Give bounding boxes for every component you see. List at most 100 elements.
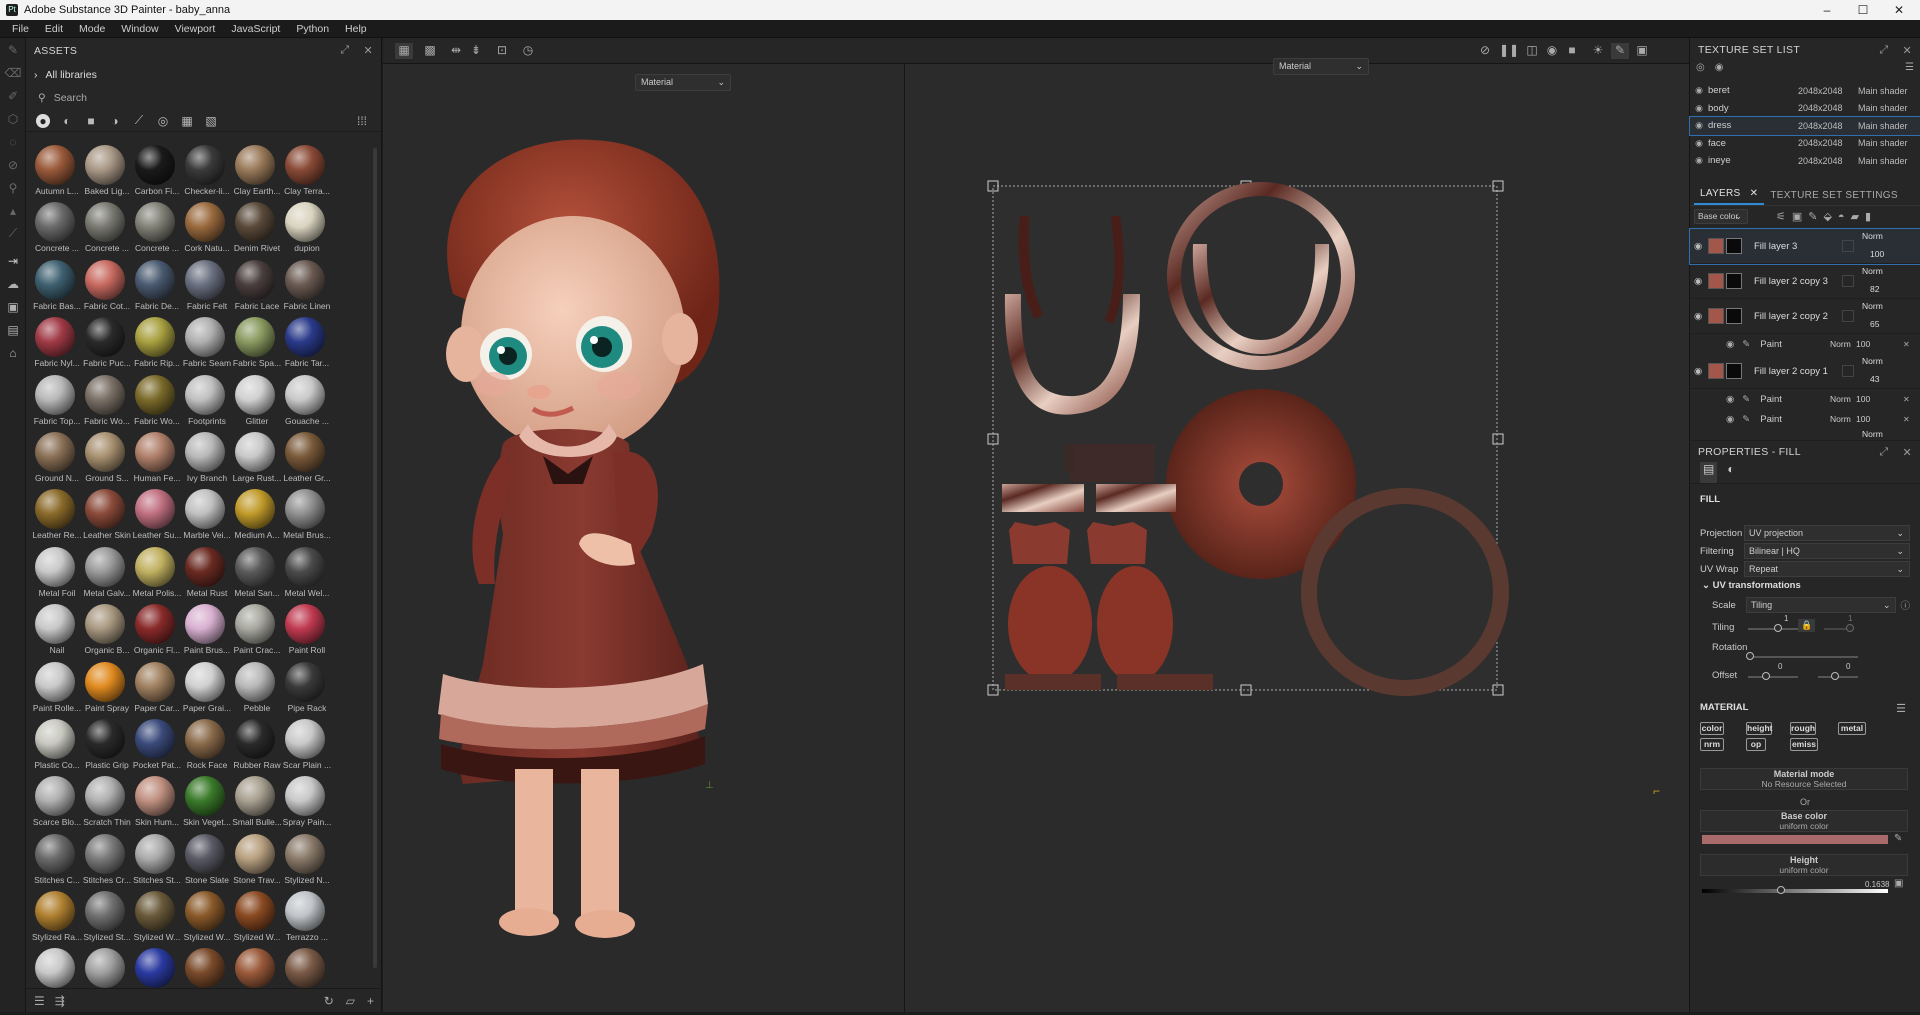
sublayer-opacity[interactable]: 100 bbox=[1856, 394, 1870, 404]
material-thumbnail[interactable]: Concrete ... bbox=[82, 199, 132, 256]
material-thumbnail[interactable]: Rock Face bbox=[182, 716, 232, 773]
offset-knob-v[interactable] bbox=[1831, 672, 1839, 680]
material-thumbnail[interactable]: Paint Crac... bbox=[232, 601, 282, 658]
material-thumbnail[interactable]: Paint Brus... bbox=[182, 601, 232, 658]
visibility-icon[interactable]: ◉ bbox=[1726, 414, 1734, 425]
material-thumbnail[interactable]: Small Bulle... bbox=[232, 773, 282, 830]
material-thumbnail[interactable]: Fabric De... bbox=[132, 257, 182, 314]
menu-item-python[interactable]: Python bbox=[288, 23, 337, 35]
material-thumbnail[interactable]: Fabric Lace bbox=[232, 257, 282, 314]
material-thumbnail[interactable]: Spray Pain... bbox=[282, 773, 332, 830]
lock-icon[interactable]: 🔒 bbox=[1798, 619, 1816, 632]
texture-set-shader[interactable]: Main shader bbox=[1858, 103, 1908, 113]
material-thumbnail[interactable]: Leather Skin bbox=[82, 486, 132, 543]
search-input[interactable]: ⚲ Search bbox=[32, 88, 375, 108]
material-thumbnail[interactable]: Glitter bbox=[232, 372, 282, 429]
texture-set-row[interactable]: ◉ dress 2048x2048 Main shader bbox=[1689, 116, 1920, 136]
paint-sublayer[interactable]: ◉ ✎ Paint Norm 100 ✕ bbox=[1690, 389, 1920, 409]
visibility-icon[interactable]: ◉ bbox=[1694, 311, 1708, 322]
history-icon[interactable]: ◷ bbox=[519, 43, 537, 59]
assets-scrollbar[interactable] bbox=[373, 148, 377, 968]
texture-set-row[interactable]: ◉ beret 2048x2048 Main shader bbox=[1690, 82, 1920, 100]
environments-icon[interactable]: ▧ bbox=[204, 114, 218, 128]
eyedropper-icon[interactable]: ✎ bbox=[1894, 833, 1902, 844]
material-thumbnail[interactable]: Rubber Raw bbox=[232, 716, 282, 773]
render-icon[interactable]: ◉ bbox=[1543, 43, 1561, 59]
material-thumbnail[interactable]: Gouache ... bbox=[282, 372, 332, 429]
offset-slider-u[interactable] bbox=[1748, 676, 1798, 678]
image-input-icon[interactable]: ▣ bbox=[1894, 878, 1903, 889]
height-box[interactable]: Height uniform color bbox=[1700, 854, 1908, 876]
layer-checkbox[interactable] bbox=[1842, 275, 1854, 287]
material-thumbnail[interactable]: Organic Fl... bbox=[132, 601, 182, 658]
undock-icon[interactable]: ⤢ bbox=[340, 44, 349, 57]
material-thumbnail[interactable]: Stone Slate bbox=[182, 831, 232, 888]
axis-icon[interactable]: ⇟ bbox=[467, 43, 485, 59]
geometry-mask-icon[interactable]: ⬡ bbox=[0, 107, 26, 130]
layer-row[interactable]: ◉ Fill layer 2 copy 1 Norm 43 bbox=[1690, 354, 1920, 389]
material-thumbnail[interactable]: Large Rust... bbox=[232, 429, 282, 486]
rotation-slider[interactable] bbox=[1748, 656, 1858, 658]
layer-checkbox[interactable] bbox=[1842, 365, 1854, 377]
sublayer-opacity[interactable]: 100 bbox=[1856, 414, 1870, 424]
new-folder-icon[interactable]: ▱ bbox=[346, 994, 355, 1008]
material-thumbnail[interactable]: Leather Re... bbox=[32, 486, 82, 543]
texture-set-shader[interactable]: Main shader bbox=[1858, 156, 1908, 166]
tiling-knob-u[interactable] bbox=[1774, 624, 1782, 632]
texture-set-row[interactable]: ◉ ineye 2048x2048 Main shader bbox=[1690, 152, 1920, 170]
paint-sublayer[interactable]: ◉ ✎ Paint Norm 100 ✕ bbox=[1690, 409, 1920, 429]
clone-icon[interactable]: ⊘ bbox=[0, 153, 26, 176]
pause-icon[interactable]: ❚❚ bbox=[1499, 43, 1519, 59]
channel-chip-emiss[interactable]: emiss bbox=[1790, 738, 1818, 751]
channel-chip-height[interactable]: height bbox=[1746, 722, 1773, 735]
material-thumbnail[interactable]: Fabric Top... bbox=[32, 372, 82, 429]
material-thumbnail[interactable]: Fabric Wo... bbox=[82, 372, 132, 429]
material-thumbnail[interactable]: Stitches Cr... bbox=[82, 831, 132, 888]
frame-icon[interactable]: ⊡ bbox=[493, 43, 511, 59]
offset-knob-u[interactable] bbox=[1762, 672, 1770, 680]
visibility-icon[interactable]: ◉ bbox=[1690, 85, 1708, 96]
menu-icon[interactable]: ☰ bbox=[1905, 62, 1914, 73]
material-thumbnail[interactable]: Fabric Linen bbox=[282, 257, 332, 314]
uv-transformations-toggle[interactable]: ⌄ UV transformations bbox=[1690, 580, 1920, 596]
undock-icon[interactable]: ⤢ bbox=[1879, 44, 1888, 57]
layer-opacity[interactable]: 100 bbox=[1870, 249, 1884, 259]
sublayer-blend[interactable]: Norm bbox=[1830, 414, 1851, 424]
visibility-icon[interactable]: ◉ bbox=[1690, 155, 1708, 166]
menu-item-help[interactable]: Help bbox=[337, 23, 375, 35]
material-thumbnail[interactable]: Metal Brus... bbox=[282, 486, 332, 543]
filtering-select[interactable]: Bilinear | HQ ⌄ bbox=[1744, 543, 1910, 559]
smart-materials-icon[interactable]: ◐ bbox=[60, 114, 74, 128]
viewport-3d-channel-dropdown[interactable]: Material ⌄ bbox=[635, 74, 731, 91]
channel-chip-nrm[interactable]: nrm bbox=[1700, 738, 1724, 751]
rotation-knob[interactable] bbox=[1746, 652, 1754, 660]
material-thumbnail[interactable]: Concrete ... bbox=[132, 199, 182, 256]
visibility-icon[interactable]: ◉ bbox=[1694, 276, 1708, 287]
material-thumbnail[interactable]: Pebble bbox=[232, 659, 282, 716]
camera-icon[interactable]: ■ bbox=[1563, 43, 1581, 59]
screenshot-icon[interactable]: ▣ bbox=[1633, 43, 1651, 59]
split-view-icon[interactable]: ◫ bbox=[1523, 43, 1541, 59]
add-icon[interactable]: + bbox=[367, 994, 374, 1008]
refresh-icon[interactable]: ↻ bbox=[324, 994, 334, 1008]
uv-map[interactable] bbox=[905, 64, 1689, 1012]
material-thumbnail[interactable]: Stitches St... bbox=[132, 831, 182, 888]
material-thumbnail[interactable]: Carbon Fi... bbox=[132, 142, 182, 199]
visibility-icon[interactable]: ◉ bbox=[1726, 394, 1734, 405]
close-panel-icon[interactable]: ✕ bbox=[1902, 446, 1912, 459]
layer-opacity[interactable]: 82 bbox=[1870, 284, 1879, 294]
material-thumbnail[interactable]: Paper Car... bbox=[132, 659, 182, 716]
material-mode-box[interactable]: Material mode No Resource Selected bbox=[1700, 768, 1908, 790]
height-slider[interactable] bbox=[1702, 889, 1888, 893]
layer-action-icons[interactable]: ⚟▣✎⬙◓▰▮ bbox=[1776, 210, 1877, 223]
material-thumbnail[interactable]: Pocket Pat... bbox=[132, 716, 182, 773]
view-mode-3d-icon[interactable]: ▩ bbox=[421, 43, 439, 59]
material-thumbnail[interactable]: Leather Su... bbox=[132, 486, 182, 543]
material-thumbnail[interactable]: Fabric Nyl... bbox=[32, 314, 82, 371]
channel-dropdown[interactable]: Base color ⌄ bbox=[1694, 208, 1748, 224]
visibility-icon[interactable]: ◉ bbox=[1694, 366, 1708, 377]
material-thumbnail[interactable]: Ivy Branch bbox=[182, 429, 232, 486]
texture-set-shader[interactable]: Main shader bbox=[1858, 121, 1908, 131]
material-thumbnail[interactable]: Paint Roll bbox=[282, 601, 332, 658]
layer-row[interactable]: ◉ Fill layer 2 copy 3 Norm 82 bbox=[1690, 264, 1920, 299]
